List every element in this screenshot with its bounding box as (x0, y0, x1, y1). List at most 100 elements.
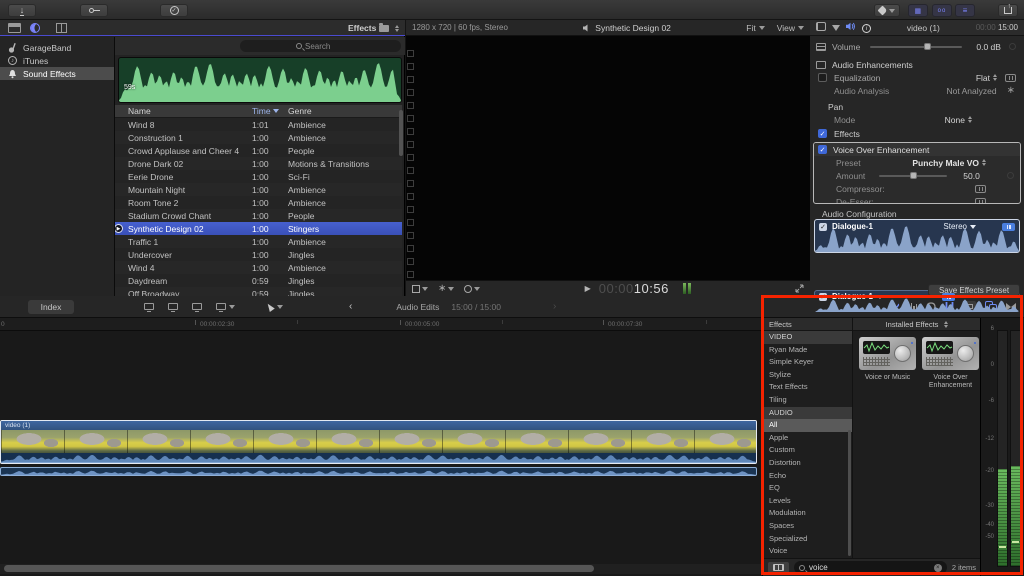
category-item[interactable]: Echo (763, 470, 852, 483)
timeline-forward-button[interactable]: › (553, 301, 556, 312)
browser-mode-dropdown[interactable]: Effects (348, 22, 399, 34)
voe-header[interactable]: ✓ Voice Over Enhancement (814, 143, 1020, 156)
category-item[interactable]: Levels (763, 495, 852, 508)
channel-checkbox[interactable]: ✓ (819, 293, 827, 301)
tool-overwrite-dropdown[interactable] (216, 303, 235, 310)
sound-row[interactable]: Stadium Crowd Chant1:00People (115, 209, 402, 222)
category-item[interactable]: Simple Keyer (763, 356, 852, 369)
timeline-ruler[interactable]: 0 00:00:02:30 00:00:05:00 00:00:07:30 (0, 318, 762, 331)
sidebar-item-itunes[interactable]: ♪ iTunes (0, 54, 114, 67)
fullscreen-icon[interactable] (795, 284, 804, 293)
audio-preview-waveform[interactable]: 59s (118, 57, 402, 103)
key-button[interactable] (80, 4, 108, 17)
select-tool-button[interactable] (267, 303, 283, 311)
timeline-clip[interactable]: video (1) (0, 420, 757, 464)
sound-row[interactable]: Crowd Applause and Cheer 41:00People (115, 144, 402, 157)
inspector-title[interactable]: video (1) (907, 23, 940, 33)
installed-effects-dropdown[interactable]: Installed Effects (853, 318, 981, 331)
retime-tool-button[interactable] (464, 285, 480, 293)
keyword-button[interactable] (874, 4, 900, 17)
viewer-timecode[interactable]: 00:0010:56 (599, 281, 669, 296)
media-sidebar-toggle-button[interactable] (768, 562, 789, 574)
project-name[interactable]: Audio Edits (396, 302, 439, 312)
sound-row[interactable]: Drone Dark 021:00Motions & Transitions (115, 157, 402, 170)
effects-checkbox[interactable]: ✓ (818, 129, 827, 138)
preset-dropdown[interactable]: Punchy Male VO (912, 158, 986, 168)
compressor-preset-icon[interactable] (975, 185, 986, 193)
analyze-wand-icon[interactable]: ∗ (1007, 85, 1015, 96)
slider-thumb[interactable] (924, 43, 931, 50)
category-item[interactable]: Stylize (763, 369, 852, 382)
category-item-selected[interactable]: All (763, 419, 852, 432)
deesser-preset-icon[interactable] (975, 198, 986, 205)
amount-slider[interactable] (879, 175, 947, 177)
sound-row[interactable]: Eerie Drone1:00Sci-Fi (115, 170, 402, 183)
sound-row-selected[interactable]: ▶ Synthetic Design 021:00Stingers (115, 222, 402, 235)
sidebar-item-garageband[interactable]: GarageBand (0, 41, 114, 54)
tool-insert-icon[interactable] (168, 303, 178, 310)
category-scrollbar[interactable] (848, 430, 851, 556)
sidebar-item-sound-effects[interactable]: Sound Effects (0, 67, 114, 80)
channel-mode-dropdown[interactable]: Stereo (943, 222, 976, 231)
reset-icon[interactable] (1009, 43, 1016, 50)
effects-search-input[interactable] (809, 563, 899, 572)
view-dropdown[interactable]: View (777, 23, 804, 33)
channel-strip-2[interactable]: ✓ Dialogue-1 (814, 290, 1020, 313)
effects-search-field[interactable]: × (794, 561, 947, 574)
category-item[interactable]: Specialized (763, 533, 852, 546)
category-item[interactable]: Spaces (763, 520, 852, 533)
reset-icon[interactable] (1007, 172, 1014, 179)
sound-row[interactable]: Off Broadway0:59Jingles (115, 287, 402, 296)
category-item[interactable]: EQ (763, 482, 852, 495)
download-button[interactable]: ↓ (8, 4, 36, 17)
sound-row[interactable]: Construction 11:00Ambience (115, 131, 402, 144)
effect-card[interactable] (922, 337, 979, 370)
inspector-toggle-button[interactable]: ≡ (955, 4, 975, 17)
equalization-value[interactable]: Flat (976, 73, 990, 83)
volume-slider[interactable] (870, 46, 962, 48)
index-button[interactable]: Index (28, 300, 74, 314)
audio-enhancements-header[interactable]: Audio Enhancements (810, 58, 1024, 71)
effects-header[interactable]: ✓ Effects (810, 127, 1024, 140)
browser-toggle-button[interactable]: ▦ (908, 4, 928, 17)
search-input[interactable] (305, 42, 345, 51)
fit-dropdown[interactable]: Fit (746, 23, 764, 33)
tool-connect-icon[interactable] (144, 303, 154, 310)
effects-tool-button[interactable]: ∗ (438, 283, 454, 294)
sound-row[interactable]: Room Tone 21:00Ambience (115, 196, 402, 209)
timeline-toggle-button[interactable]: oo (932, 4, 952, 17)
amount-value[interactable]: 50.0 (963, 171, 980, 181)
sidebar-tab-media[interactable] (30, 23, 40, 33)
pan-header[interactable]: Pan (810, 100, 1024, 113)
channel-strip-1[interactable]: ✓ Dialogue-1 Stereo (814, 219, 1020, 253)
scrollbar-thumb[interactable] (4, 565, 594, 572)
sidebar-tab-titles[interactable] (56, 23, 67, 33)
sound-row[interactable]: Wind 41:00Ambience (115, 261, 402, 274)
effect-card[interactable] (859, 337, 916, 370)
tool-append-icon[interactable] (192, 303, 202, 310)
column-header-time[interactable]: Time (252, 106, 288, 116)
category-item[interactable]: Tiling (763, 394, 852, 407)
share-button[interactable]: ↑ (998, 4, 1018, 17)
crop-tool-button[interactable] (412, 285, 428, 293)
inspector-tab-audio[interactable] (846, 22, 856, 33)
mode-dropdown[interactable]: None (945, 115, 972, 125)
timeline-back-button[interactable]: ‹ (349, 301, 352, 312)
inspector-tab-color[interactable] (832, 23, 840, 33)
sound-list-scrollbar[interactable] (399, 110, 403, 156)
column-header-name[interactable]: Name (115, 106, 252, 116)
category-item[interactable]: Modulation (763, 507, 852, 520)
category-item[interactable]: Ryan Made (763, 344, 852, 357)
equalization-checkbox[interactable] (818, 73, 827, 82)
inspector-tab-info[interactable]: i (862, 22, 871, 34)
sound-row[interactable]: Wind 81:01Ambience (115, 118, 402, 131)
sound-row[interactable]: Mountain Night1:00Ambience (115, 183, 402, 196)
sidebar-tab-libraries[interactable] (8, 23, 21, 33)
timeline-hscrollbar[interactable] (0, 564, 762, 574)
video-canvas[interactable] (406, 36, 810, 280)
sound-row[interactable]: Undercover1:00Jingles (115, 248, 402, 261)
search-field[interactable] (240, 40, 401, 52)
connected-clip[interactable] (0, 467, 757, 476)
column-header-genre[interactable]: Genre (288, 106, 402, 116)
category-item[interactable]: Text Effects (763, 381, 852, 394)
